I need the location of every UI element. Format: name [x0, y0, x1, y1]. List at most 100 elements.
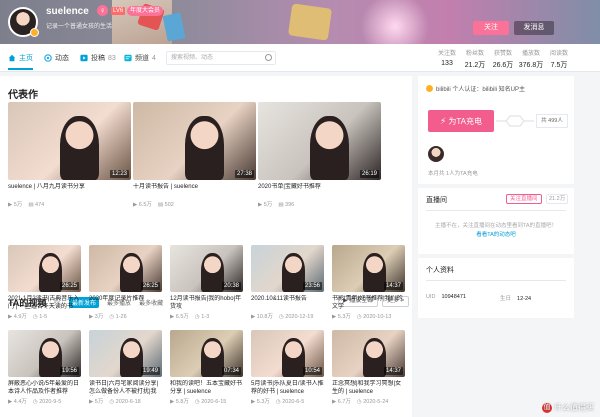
birthday-value: 12-24 — [517, 296, 532, 302]
charger-avatar[interactable] — [428, 146, 444, 162]
video-title[interactable]: 2020.10&11读书报告 — [251, 295, 324, 303]
video-title[interactable]: 十月读书报告 | suelence — [133, 183, 256, 191]
video-thumbnail[interactable]: 12:23 — [8, 102, 131, 180]
uid-label: UID — [426, 294, 436, 300]
play-count: ▶ 10.8万 — [251, 314, 273, 320]
smzdm-logo-icon: 值 — [542, 402, 552, 413]
thumbnail-figure — [362, 338, 387, 377]
upload-date: ◷ 1-3 — [194, 314, 210, 320]
verify-text: bilibili 个人认证：bilibili 知名UP主 — [436, 87, 526, 93]
play-icon — [80, 54, 88, 62]
play-count: ▶ 5.3万 — [332, 314, 351, 320]
tab-count: 4 — [152, 54, 156, 62]
thumbnail-figure — [281, 338, 306, 377]
stat-label: 阅读数 — [549, 51, 568, 57]
tab-home[interactable]: 主页 — [8, 53, 33, 70]
verified-icon — [426, 85, 433, 92]
video-meta: ▶ 4.9万 ◷ 1-5 — [8, 312, 53, 320]
follow-button[interactable]: 关注 — [473, 21, 509, 35]
search-icon[interactable] — [265, 54, 272, 61]
thumbnail-figure — [119, 338, 144, 377]
video-meta: ▶ 5.8万 ◷ 2020-6-15 — [170, 397, 232, 405]
video-duration: 27:38 — [234, 170, 254, 178]
live-follow-count: 21.2万 — [546, 194, 569, 204]
tab-dynamic[interactable]: 动态 — [44, 53, 69, 63]
video-meta: ▶ 5万 ▤ 396 — [258, 200, 300, 208]
tab-count: 83 — [108, 54, 116, 62]
search-placeholder: 搜索视频、动态 — [171, 55, 214, 61]
home-icon — [8, 54, 16, 62]
video-thumbnail[interactable]: 19:49 — [89, 330, 162, 377]
thumbnail-figure — [309, 116, 350, 180]
video-title[interactable]: 读书日|六月宅家阅读分享|怎么做备份人不被打扰|我的三十 — [89, 380, 162, 396]
video-title[interactable]: 正念冥想|和我学习冥想|女生的 | suelence — [332, 380, 405, 396]
watermark-text: 什么值得买 — [554, 403, 594, 412]
video-thumbnail[interactable]: 19:56 — [8, 330, 81, 377]
video-title[interactable]: 12月读书报告|我的hobo|年货攻 — [170, 295, 243, 311]
video-meta: ▶ 4.4万 ◷ 2020-9-5 — [8, 397, 67, 405]
video-thumbnail[interactable]: 26:25 — [8, 245, 81, 292]
video-meta: ▶ 10.8万 ◷ 2020-12-19 — [251, 312, 319, 320]
message-button[interactable]: 发消息 — [514, 21, 554, 35]
lightning-icon: ⚡ — [440, 116, 447, 126]
video-thumbnail[interactable]: 23:56 — [251, 245, 324, 292]
channel-icon — [124, 54, 132, 62]
video-title[interactable]: 2020年度记录片推荐 — [89, 295, 162, 303]
comment-count: ▤ 396 — [278, 202, 295, 208]
live-empty-message: 主播不在，关注直播间在动态里看到TA的直播吧！ 看看TA的动态吧 — [428, 222, 564, 240]
search-input[interactable]: 搜索视频、动态 — [166, 51, 276, 65]
charge-button[interactable]: ⚡ 为TA充电 — [428, 110, 494, 132]
vip-badge[interactable]: 年度大会员 — [127, 6, 164, 16]
username: suelence — [46, 6, 89, 17]
live-title: 直播间 — [426, 197, 447, 204]
video-title[interactable]: 书影|青年|好书推荐|我们的文学 — [332, 295, 405, 311]
upload-date: ◷ 2020-12-19 — [278, 314, 314, 320]
follow-live-button[interactable]: 关注直播间 — [506, 194, 542, 204]
profile-title: 个人资料 — [426, 267, 454, 274]
thumbnail-figure — [38, 253, 63, 292]
live-panel: 直播间 关注直播间 21.2万 主播不在，关注直播间在动态里看到TA的直播吧！ … — [418, 188, 574, 254]
upload-date: ◷ 2020-9-5 — [32, 399, 62, 405]
video-thumbnail[interactable]: 26:19 — [258, 102, 381, 180]
stat-value: 7.5万 — [550, 62, 568, 69]
dynamic-icon — [44, 54, 52, 62]
video-thumbnail[interactable]: 14:37 — [332, 245, 405, 292]
thumbnail-figure — [200, 338, 225, 377]
tab-channels[interactable]: 频道 4 — [124, 53, 156, 63]
video-title[interactable]: 5月读书|乐队夏日/读书人推荐的好书 | suelence — [251, 380, 324, 396]
upload-date: ◷ 2020-5-24 — [356, 399, 389, 405]
charge-total[interactable]: 共 499人 — [536, 114, 568, 128]
video-duration: 19:49 — [140, 367, 160, 375]
video-title[interactable]: suelence | 八月九月读书分享 — [8, 183, 131, 191]
video-title[interactable]: 2021.1月2读书|古典音乐入门 | 一些适合冬天读的书 — [8, 295, 81, 311]
video-thumbnail[interactable]: 07:34 — [170, 330, 243, 377]
tab-uploads[interactable]: 投稿 83 — [80, 53, 116, 63]
video-thumbnail[interactable]: 27:38 — [133, 102, 256, 180]
video-meta: ▶ 5万 ▤ 474 — [8, 200, 50, 208]
video-meta: ▶ 6.5万 ▤ 502 — [133, 200, 180, 208]
user-signature: 记录一个普通女孩的生活 — [46, 24, 113, 30]
video-thumbnail[interactable]: 26:25 — [89, 245, 162, 292]
play-count: ▶ 6.5万 — [133, 202, 152, 208]
video-thumbnail[interactable]: 20:38 — [170, 245, 243, 292]
video-title[interactable]: 2020书单|宝藏好书推荐 — [258, 183, 381, 191]
video-duration: 26:25 — [140, 282, 160, 290]
video-title[interactable]: 屏蔽恶心小说/5年最爱的日本诗人作品及作者推荐 — [8, 380, 81, 396]
divider — [426, 280, 566, 281]
level-badge: LV6 — [111, 7, 126, 15]
play-count: ▶ 4.9万 — [8, 314, 27, 320]
video-duration: 14:37 — [383, 367, 403, 375]
video-title[interactable]: 和我的读吧！五本宝藏好书分享 | suelence — [170, 380, 243, 396]
watermark: 值 什么值得买 — [542, 402, 594, 413]
upload-date: ◷ 2020-6-15 — [194, 399, 227, 405]
thumbnail-figure — [281, 253, 306, 292]
charge-note: 本月共 1人为TA充电 — [428, 171, 478, 177]
upload-date: ◷ 1-5 — [32, 314, 48, 320]
video-thumbnail[interactable]: 14:37 — [332, 330, 405, 377]
video-thumbnail[interactable]: 10:54 — [251, 330, 324, 377]
main-content: 代表作 12:23 suelence | 八月九月读书分享 ▶ 5万 ▤ 474 27:… — [0, 76, 412, 417]
thumbnail-figure — [362, 253, 387, 292]
dynamic-link[interactable]: 看看TA的动态吧 — [428, 231, 564, 240]
video-meta: ▶ 5.3万 ◷ 2020-6-5 — [251, 397, 310, 405]
comment-count: ▤ 502 — [157, 202, 174, 208]
